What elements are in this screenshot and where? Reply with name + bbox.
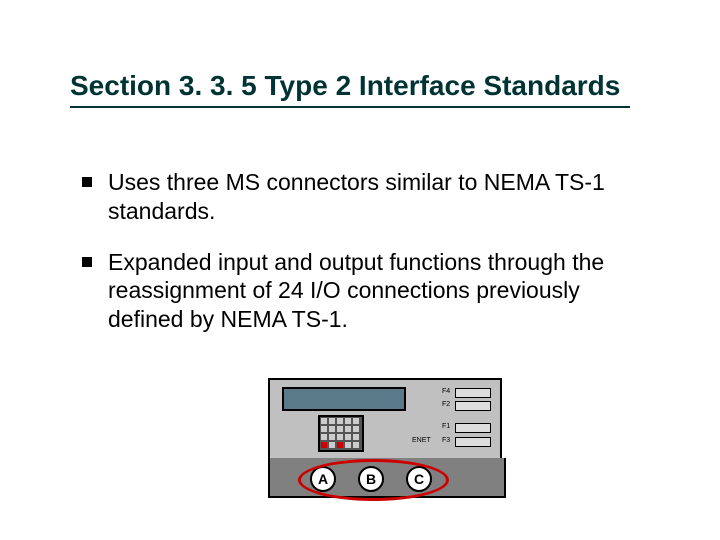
- highlight-oval-icon: [298, 459, 449, 501]
- fn-button: [455, 437, 491, 447]
- bullet-text: Uses three MS connectors similar to NEMA…: [104, 168, 622, 226]
- bullet-text: Expanded input and output functions thro…: [104, 248, 622, 334]
- bullet-square-icon: [82, 257, 92, 267]
- slide: Section 3. 3. 5 Type 2 Interface Standar…: [0, 0, 720, 540]
- lcd-screen: [282, 387, 406, 411]
- fn-label: F4: [442, 388, 450, 395]
- bullet-square-icon: [82, 177, 92, 187]
- fn-button: [455, 423, 491, 433]
- bullet-list: Uses three MS connectors similar to NEMA…: [82, 168, 622, 356]
- keypad: [318, 415, 364, 452]
- fn-button: [455, 388, 491, 398]
- controller-illustration: F4 F2 F1 ENET F3 A B C: [268, 378, 502, 460]
- fn-label: F2: [442, 401, 450, 408]
- fn-label: F1: [442, 423, 450, 430]
- list-item: Expanded input and output functions thro…: [82, 248, 622, 334]
- controller-face: F4 F2 F1 ENET F3: [268, 378, 502, 460]
- slide-title: Section 3. 3. 5 Type 2 Interface Standar…: [70, 70, 630, 108]
- fn-button: [455, 401, 491, 411]
- list-item: Uses three MS connectors similar to NEMA…: [82, 168, 622, 226]
- enter-label: ENET: [412, 437, 431, 444]
- fn-label: F3: [442, 437, 450, 444]
